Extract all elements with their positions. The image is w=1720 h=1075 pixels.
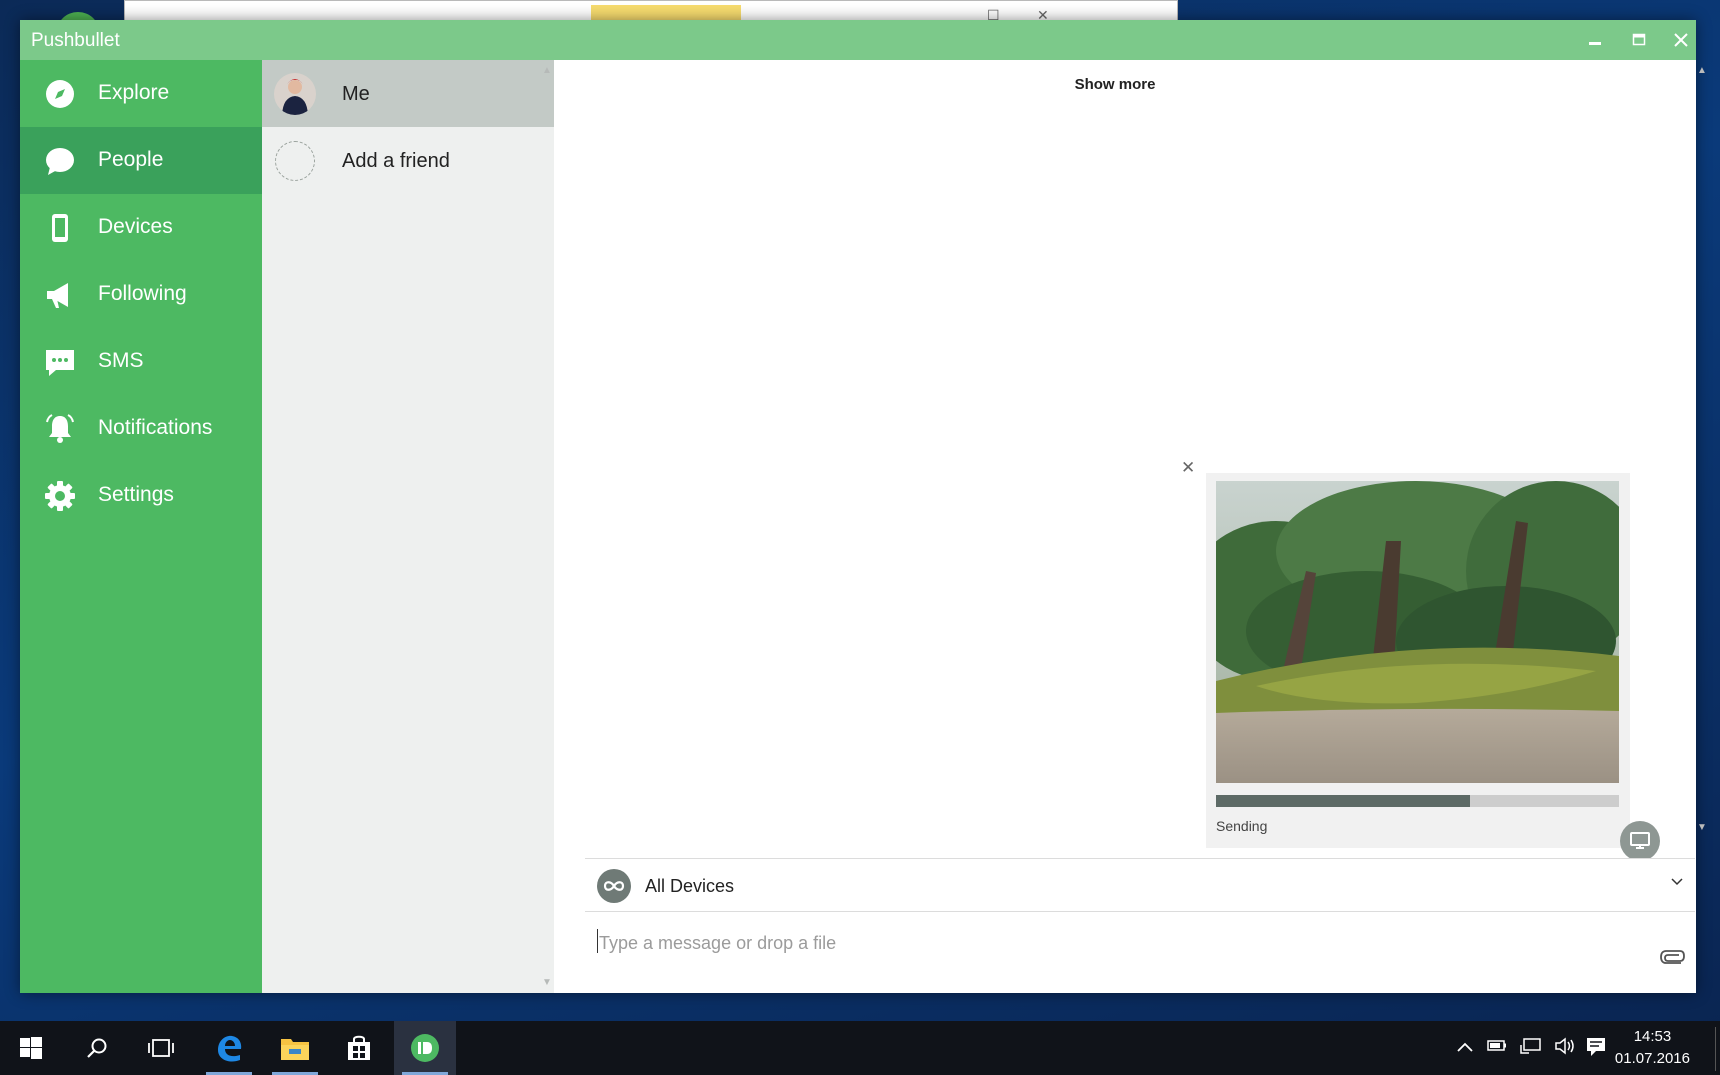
close-button[interactable] — [1658, 20, 1704, 60]
bell-icon — [46, 414, 74, 443]
target-device-label: All Devices — [645, 876, 735, 896]
compass-icon — [46, 80, 74, 108]
sidebar-item-following[interactable]: Following — [20, 261, 262, 328]
show-desktop-button[interactable] — [1715, 1027, 1720, 1071]
contact-me[interactable]: Me — [262, 60, 554, 127]
search-icon — [87, 1038, 107, 1058]
chevron-down-icon — [1671, 878, 1683, 886]
computer-icon — [1630, 832, 1650, 849]
store-app[interactable] — [328, 1021, 390, 1075]
sidebar-item-explore[interactable]: Explore — [20, 60, 262, 127]
paperclip-icon[interactable] — [1657, 948, 1687, 966]
text-caret — [597, 929, 598, 953]
sidebar-item-label: Devices — [98, 215, 173, 238]
push-status: Sending — [1216, 818, 1268, 834]
maximize-button[interactable] — [1616, 20, 1662, 60]
source-device-badge — [1620, 821, 1660, 861]
start-button[interactable] — [0, 1021, 62, 1075]
push-bubble: Sending — [1206, 473, 1630, 848]
close-icon — [1674, 33, 1688, 47]
sms-icon — [46, 350, 74, 376]
sidebar: Explore People Devices Following SMS Not… — [20, 60, 262, 993]
show-more-link[interactable]: Show more — [585, 76, 1645, 93]
volume-icon[interactable] — [1554, 1037, 1576, 1060]
system-clock[interactable]: 14:53 01.07.2016 — [1615, 1026, 1690, 1070]
sidebar-item-label: SMS — [98, 349, 144, 372]
pushbullet-window: Pushbullet Explore People Devices Follow… — [20, 20, 1707, 993]
contacts-scroll-up-icon[interactable]: ▲ — [542, 65, 552, 76]
message-input[interactable] — [597, 928, 1601, 958]
edge-app[interactable] — [198, 1021, 260, 1075]
sidebar-item-label: Following — [98, 282, 187, 305]
sidebar-item-notifications[interactable]: Notifications — [20, 395, 262, 462]
contacts-scroll-down-icon[interactable]: ▼ — [542, 977, 552, 988]
sidebar-item-devices[interactable]: Devices — [20, 194, 262, 261]
phone-icon — [52, 214, 68, 242]
sidebar-item-people[interactable]: People — [20, 127, 262, 194]
push-image[interactable] — [1216, 481, 1619, 783]
message-composer — [585, 912, 1695, 993]
clock-time: 14:53 — [1633, 1028, 1672, 1045]
sidebar-item-label: Notifications — [98, 416, 213, 439]
clock-date: 01.07.2016 — [1614, 1050, 1690, 1067]
contact-label: Me — [342, 83, 370, 105]
pushbullet-app[interactable] — [394, 1021, 456, 1075]
battery-icon[interactable] — [1486, 1037, 1508, 1058]
chat-bubble-icon — [46, 148, 74, 175]
contacts-list: Me Add a friend ▲ ▼ — [262, 60, 554, 993]
minimize-button[interactable] — [1572, 20, 1618, 60]
store-icon — [348, 1035, 370, 1060]
window-title: Pushbullet — [31, 30, 120, 51]
contact-label: Add a friend — [342, 150, 450, 172]
upload-progress-fill — [1216, 795, 1470, 807]
sidebar-item-label: Explore — [98, 81, 170, 104]
avatar — [274, 73, 316, 115]
edge-icon — [218, 1035, 242, 1062]
windows-icon — [20, 1037, 42, 1059]
file-explorer-app[interactable] — [264, 1021, 326, 1075]
task-view-icon — [148, 1039, 174, 1057]
contact-add-friend[interactable]: Add a friend — [262, 127, 554, 194]
conversation-pane: Show more ▲ ▼ ✕ Sending All Devices Type… — [585, 60, 1707, 993]
network-icon[interactable] — [1520, 1037, 1542, 1060]
megaphone-icon — [47, 283, 68, 308]
action-center-icon[interactable] — [1586, 1037, 1606, 1062]
pushbullet-icon — [411, 1034, 439, 1062]
maximize-icon — [1632, 33, 1646, 46]
taskbar: 14:53 01.07.2016 — [0, 1021, 1720, 1075]
chevron-up-icon[interactable] — [1456, 1037, 1474, 1058]
add-friend-placeholder-icon — [275, 141, 315, 181]
sidebar-item-label: People — [98, 148, 164, 171]
dismiss-push-icon[interactable]: ✕ — [1181, 458, 1195, 478]
title-bar[interactable]: Pushbullet — [20, 20, 1696, 60]
upload-progress-bar — [1216, 795, 1619, 807]
gear-icon — [45, 481, 75, 511]
sidebar-item-label: Settings — [98, 483, 174, 506]
task-view-button[interactable] — [130, 1021, 192, 1075]
sidebar-item-settings[interactable]: Settings — [20, 462, 262, 529]
target-device-dropdown[interactable]: All Devices — [585, 858, 1695, 912]
sidebar-item-sms[interactable]: SMS — [20, 328, 262, 395]
minimize-icon — [1589, 42, 1601, 45]
folder-icon — [281, 1039, 309, 1060]
infinity-icon — [597, 869, 631, 903]
search-button[interactable] — [66, 1021, 128, 1075]
chat-scroll-up-icon[interactable]: ▲ — [1697, 65, 1707, 76]
chat-scroll-down-icon[interactable]: ▼ — [1697, 822, 1707, 833]
